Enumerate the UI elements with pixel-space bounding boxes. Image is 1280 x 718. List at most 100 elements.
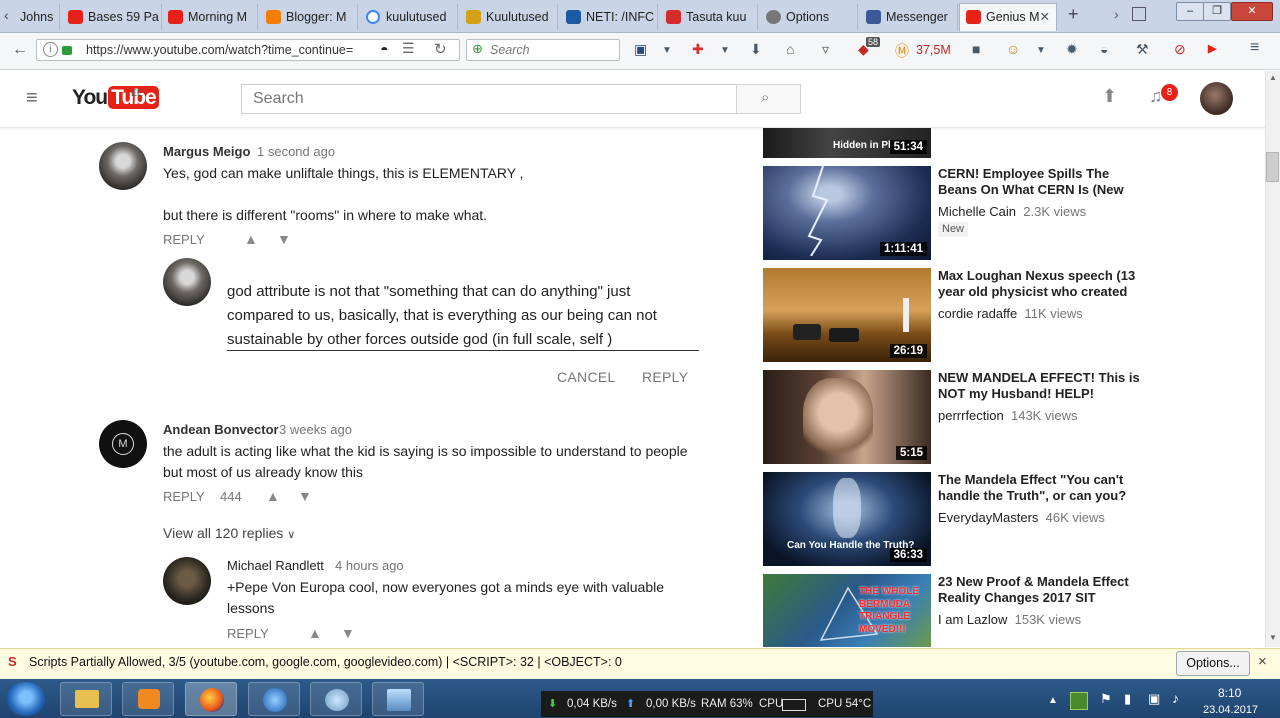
- noscript-options-button[interactable]: Options...: [1176, 651, 1250, 676]
- comment-time[interactable]: 1 second ago: [257, 144, 335, 159]
- tab-kuulutused[interactable]: Kuulutused: [460, 4, 558, 30]
- video-thumbnail[interactable]: Hidden in Pl 51:34: [763, 128, 931, 158]
- thumbs-down-icon[interactable]: ▼: [277, 231, 291, 247]
- reply-input-line[interactable]: compared to us, basically, that is every…: [227, 304, 657, 328]
- channel-name[interactable]: cordie radaffe: [938, 306, 1017, 321]
- thumbs-up-icon[interactable]: ▲: [244, 231, 258, 247]
- comment-author[interactable]: Michael Randlett: [227, 558, 324, 573]
- avatar[interactable]: [163, 557, 211, 605]
- comment-time[interactable]: 4 hours ago: [335, 558, 404, 573]
- video-title[interactable]: The Mandela Effect "You can't handle the …: [938, 472, 1148, 504]
- minimize-button[interactable]: –: [1176, 2, 1204, 21]
- taskbar-firefox[interactable]: [185, 682, 237, 716]
- tab-genius-active[interactable]: Genius M ✕: [959, 3, 1057, 31]
- video-title[interactable]: 23 New Proof & Mandela Effect Reality Cha…: [938, 574, 1148, 606]
- reply-button[interactable]: REPLY: [227, 626, 269, 641]
- mask-icon[interactable]: ◒: [1100, 41, 1108, 57]
- comment-author[interactable]: Margus Meigo: [163, 144, 250, 159]
- menu-icon[interactable]: ≡: [1250, 39, 1259, 57]
- tab-list-icon[interactable]: [1132, 7, 1146, 21]
- tab-options[interactable]: Options: [760, 4, 858, 30]
- user-avatar[interactable]: [1200, 82, 1233, 115]
- video-title[interactable]: CERN! Employee Spills The Beans On What C…: [938, 166, 1148, 198]
- battery-icon[interactable]: ▮: [1124, 691, 1131, 707]
- volume-icon[interactable]: ♪: [1172, 690, 1179, 706]
- taskbar-control-panel[interactable]: [372, 682, 424, 716]
- face-extension-icon[interactable]: ☺: [1006, 41, 1020, 57]
- tab-messenger[interactable]: Messenger: [860, 4, 958, 30]
- video-thumbnail[interactable]: 5:15: [763, 370, 931, 464]
- tab-scroll-right-icon[interactable]: ›: [1114, 6, 1119, 22]
- tab-neti[interactable]: NETI: /INFC: [560, 4, 658, 30]
- taskbar-network-app[interactable]: [310, 682, 362, 716]
- chevron-down-icon[interactable]: ▼: [662, 45, 672, 56]
- noscript-icon[interactable]: ⊘: [1174, 41, 1186, 58]
- tray-expand-icon[interactable]: ▲: [1048, 695, 1058, 706]
- tab-google-kuulutused[interactable]: kuulutused: [360, 4, 458, 30]
- chevron-down-icon[interactable]: ▼: [720, 45, 730, 56]
- video-title[interactable]: NEW MANDELA EFFECT! This is NOT my Husban…: [938, 370, 1148, 402]
- youtube-logo[interactable]: You Tube: [72, 86, 159, 110]
- hamburger-menu-icon[interactable]: ≡: [26, 87, 38, 110]
- submit-reply-button[interactable]: REPLY: [642, 369, 688, 385]
- bug-icon[interactable]: ✹: [1066, 41, 1078, 58]
- channel-name[interactable]: perrrfection: [938, 408, 1004, 423]
- clock-time[interactable]: 8:10: [1218, 686, 1241, 700]
- tab-scroll-left-icon[interactable]: ‹: [4, 7, 9, 23]
- view-replies-button[interactable]: View all 120 replies ∨: [163, 525, 295, 541]
- video-thumbnail[interactable]: Can You Handle the Truth? 36:33: [763, 472, 931, 566]
- tab-tasuta[interactable]: Tasuta kuu: [660, 4, 758, 30]
- tab-bases[interactable]: Bases 59 Pa: [62, 4, 162, 30]
- search-engine-icon[interactable]: ⊕: [472, 41, 483, 57]
- taskbar-app[interactable]: [248, 682, 300, 716]
- reader-icon[interactable]: ◓: [380, 41, 388, 57]
- thumbs-down-icon[interactable]: ▼: [341, 625, 355, 641]
- new-tab-button[interactable]: +: [1068, 4, 1079, 25]
- comment-author[interactable]: Andean Bonvector: [163, 422, 279, 437]
- video-thumbnail[interactable]: 1:11:41: [763, 166, 931, 260]
- thumbs-down-icon[interactable]: ▼: [298, 488, 312, 504]
- pocket-icon[interactable]: ☰: [402, 40, 415, 57]
- tools-icon[interactable]: ⚒: [1136, 41, 1149, 58]
- video-thumbnail[interactable]: THE WHOLE BERMUDA TRIANGLE MOVED!!!: [763, 574, 931, 647]
- tab-morning[interactable]: Morning M: [162, 4, 258, 30]
- tab-close-icon[interactable]: ✕: [1040, 4, 1050, 30]
- tray-app-icon[interactable]: [1070, 692, 1088, 710]
- chevron-down-icon[interactable]: ▼: [1036, 45, 1046, 56]
- reply-button[interactable]: REPLY: [163, 489, 205, 504]
- maximize-button[interactable]: ❐: [1203, 2, 1231, 21]
- avatar[interactable]: [99, 142, 147, 190]
- youtube-extension-icon[interactable]: ▶: [1208, 42, 1216, 55]
- youtube-search-button[interactable]: ⌕: [736, 84, 801, 114]
- thumbs-up-icon[interactable]: ▲: [308, 625, 322, 641]
- save-icon[interactable]: ▣: [634, 41, 647, 58]
- upload-icon[interactable]: ⬆: [1102, 86, 1117, 107]
- taskbar-media-player[interactable]: [122, 682, 174, 716]
- thumbs-up-icon[interactable]: ▲: [266, 488, 280, 504]
- tab-johns[interactable]: Johns: [14, 4, 60, 30]
- clock-date[interactable]: 23.04.2017: [1203, 704, 1258, 716]
- info-icon[interactable]: i: [43, 42, 58, 57]
- flag-icon[interactable]: ⚑: [1100, 691, 1112, 707]
- url-text[interactable]: https://www.youtube.com/watch?time_conti…: [86, 43, 358, 57]
- youtube-search-input[interactable]: [241, 84, 737, 114]
- window-close-button[interactable]: ✕: [1231, 2, 1273, 21]
- noscript-close-button[interactable]: ×: [1258, 653, 1267, 670]
- download-icon[interactable]: ⬇: [750, 41, 762, 58]
- back-arrow-icon[interactable]: ←: [12, 41, 28, 59]
- reply-button[interactable]: REPLY: [163, 232, 205, 247]
- browser-search-input[interactable]: Search: [490, 43, 530, 57]
- reply-input-line[interactable]: god attribute is not that "something tha…: [227, 280, 630, 304]
- avatar[interactable]: M: [99, 420, 147, 468]
- network-icon[interactable]: ▣: [1148, 691, 1160, 707]
- channel-name[interactable]: EverydayMasters: [938, 510, 1038, 525]
- scrollbar-thumb[interactable]: [1266, 152, 1279, 182]
- scroll-down-icon[interactable]: ▼: [1269, 633, 1277, 642]
- start-button[interactable]: [6, 682, 46, 716]
- m-extension-icon[interactable]: Ⓜ: [895, 41, 909, 61]
- pocket-save-icon[interactable]: ▿: [822, 41, 829, 58]
- cancel-button[interactable]: CANCEL: [557, 369, 616, 385]
- extension-icon[interactable]: ■: [972, 41, 980, 57]
- channel-name[interactable]: Michelle Cain: [938, 204, 1016, 219]
- reply-input-line[interactable]: sustainable by other forces outside god …: [227, 328, 612, 352]
